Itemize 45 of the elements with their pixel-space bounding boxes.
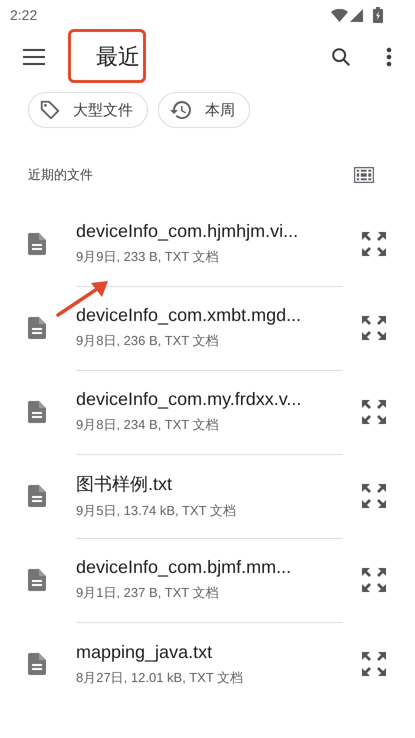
file-details: 9月8日, 234 B, TXT 文档 (76, 416, 220, 434)
expand-button[interactable] (359, 649, 389, 679)
expand-icon (360, 398, 388, 426)
file-name[interactable]: deviceInfo_com.xmbt.mgd... (76, 305, 343, 326)
expand-button[interactable] (359, 229, 389, 259)
expand-button[interactable] (359, 313, 389, 343)
history-icon (169, 98, 193, 122)
expand-icon (360, 230, 388, 258)
document-icon (28, 317, 46, 339)
file-name[interactable]: mapping_java.txt (76, 642, 343, 662)
file-details: 9月8日, 236 B, TXT 文档 (76, 332, 220, 350)
file-name[interactable]: deviceInfo_com.hjmhjm.vi... (76, 221, 343, 242)
file-details: 9月9日, 233 B, TXT 文档 (76, 248, 220, 266)
battery-icon (373, 7, 383, 23)
section-title: 近期的文件 (28, 166, 93, 184)
file-name[interactable]: 图书样例.txt (76, 472, 343, 496)
signal-icon (350, 8, 363, 22)
wifi-icon (331, 8, 348, 22)
expand-icon (360, 314, 388, 342)
expand-button[interactable] (359, 481, 389, 511)
status-time: 2:22 (10, 7, 38, 23)
expand-icon (360, 566, 388, 594)
expand-icon (360, 482, 388, 510)
document-icon (28, 233, 46, 255)
menu-icon (23, 49, 45, 65)
document-icon (28, 569, 46, 591)
tag-icon (39, 99, 61, 121)
file-details: 8月27日, 12.01 kB, TXT 文档 (76, 668, 244, 686)
expand-icon (360, 650, 388, 678)
filter-chip[interactable]: 大型文件 (28, 92, 148, 128)
document-icon (28, 401, 46, 423)
screen-title: 最近 (96, 43, 141, 71)
grid-view-button[interactable] (353, 164, 375, 186)
search-icon (330, 46, 352, 68)
expand-button[interactable] (359, 565, 389, 595)
file-details: 9月1日, 237 B, TXT 文档 (76, 584, 220, 602)
file-name[interactable]: deviceInfo_com.bjmf.mm... (76, 557, 343, 578)
filter-chip[interactable]: 本周 (158, 92, 250, 128)
more-icon (386, 47, 392, 67)
document-icon (28, 653, 46, 675)
file-details: 9月5日, 13.74 kB, TXT 文档 (76, 502, 237, 520)
file-name[interactable]: deviceInfo_com.my.frdxx.v... (76, 389, 343, 410)
document-icon (28, 485, 46, 507)
expand-button[interactable] (359, 397, 389, 427)
grid-icon (354, 167, 374, 183)
